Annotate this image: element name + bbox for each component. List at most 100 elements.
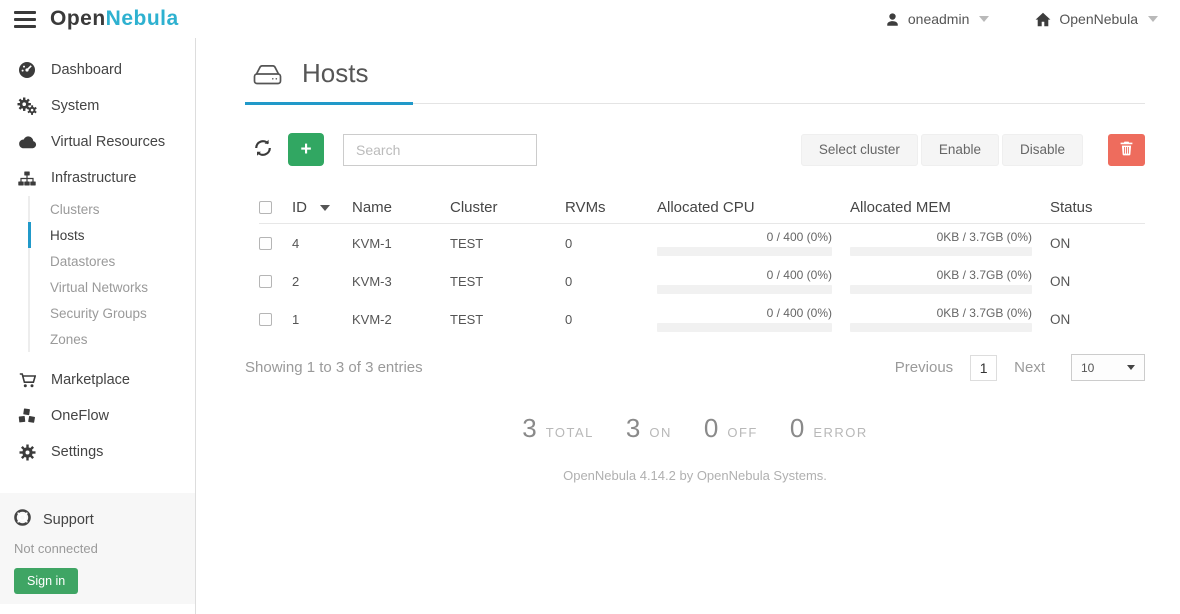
sidebar-item-dashboard[interactable]: Dashboard: [0, 52, 195, 88]
support-label: Support: [43, 512, 94, 528]
sidebar-item-clusters[interactable]: Clusters: [28, 196, 195, 222]
cpu-usage-cell: 0 / 400 (0%): [657, 306, 850, 332]
row-checkbox[interactable]: [259, 275, 272, 288]
support-status: Not connected: [14, 541, 181, 556]
next-page-link[interactable]: Next: [1014, 359, 1045, 376]
sitemap-icon: [16, 171, 38, 186]
select-all-checkbox[interactable]: [259, 201, 272, 214]
host-status: ON: [1050, 236, 1145, 251]
sidebar-item-label: System: [51, 98, 99, 114]
sidebar-item-label: Datastores: [50, 254, 115, 269]
support-header[interactable]: Support: [14, 509, 181, 530]
chevron-down-icon: [1127, 365, 1135, 370]
host-rvms: 0: [565, 274, 657, 289]
sidebar-item-label: Dashboard: [51, 62, 122, 78]
sidebar-item-label: Hosts: [50, 228, 85, 243]
cpu-usage-label: 0 / 400 (0%): [657, 230, 832, 244]
user-menu-label: oneadmin: [908, 11, 970, 27]
host-rvms: 0: [565, 312, 657, 327]
user-menu[interactable]: oneadmin: [885, 11, 990, 27]
sidebar-item-label: Security Groups: [50, 306, 147, 321]
search-input[interactable]: [343, 134, 537, 166]
on-count: 3 ON: [626, 413, 672, 444]
cpu-usage-bar: [657, 247, 832, 256]
mem-usage-label: 0KB / 3.7GB (0%): [850, 268, 1032, 282]
sidebar-item-oneflow[interactable]: OneFlow: [0, 398, 195, 434]
gear-icon: [16, 444, 38, 461]
entries-info: Showing 1 to 3 of 3 entries: [245, 359, 423, 376]
user-icon: [885, 12, 900, 27]
table-row[interactable]: 4 KVM-1 TEST 0 0 / 400 (0%) 0KB / 3.7GB …: [259, 224, 1145, 262]
sidebar-item-zones[interactable]: Zones: [28, 326, 195, 352]
sidebar-item-virtual-resources[interactable]: Virtual Resources: [0, 124, 195, 160]
sidebar-item-label: Virtual Networks: [50, 280, 148, 295]
cloud-icon: [16, 135, 38, 149]
gears-icon: [16, 97, 38, 115]
menu-toggle-icon[interactable]: [14, 11, 36, 28]
sidebar-item-system[interactable]: System: [0, 88, 195, 124]
sidebar-item-settings[interactable]: Settings: [0, 434, 195, 470]
column-header-name[interactable]: Name: [352, 199, 450, 216]
sidebar-item-label: Infrastructure: [51, 170, 136, 186]
host-id: 4: [292, 236, 352, 251]
mem-usage-bar: [850, 247, 1032, 256]
disable-button[interactable]: Disable: [1002, 134, 1083, 166]
host-cluster: TEST: [450, 274, 565, 289]
cpu-usage-label: 0 / 400 (0%): [657, 306, 832, 320]
column-header-status[interactable]: Status: [1050, 199, 1145, 216]
off-count: 0 OFF: [704, 413, 758, 444]
sidebar-item-hosts[interactable]: Hosts: [28, 222, 195, 248]
sidebar-item-security-groups[interactable]: Security Groups: [28, 300, 195, 326]
sign-in-button[interactable]: Sign in: [14, 568, 78, 594]
hdd-icon: [253, 62, 282, 86]
totals-bar: 3 TOTAL 3 ON 0 OFF 0 ERROR: [245, 413, 1145, 444]
enable-button[interactable]: Enable: [921, 134, 999, 166]
sort-desc-icon: [320, 205, 330, 211]
sidebar-item-label: Virtual Resources: [51, 134, 165, 150]
column-header-rvms[interactable]: RVMs: [565, 199, 657, 216]
dashboard-icon: [16, 61, 38, 79]
page-title: Hosts: [302, 58, 368, 89]
add-host-button[interactable]: +: [288, 133, 324, 166]
host-name: KVM-1: [352, 236, 450, 251]
select-cluster-button[interactable]: Select cluster: [801, 134, 918, 166]
column-header-cpu[interactable]: Allocated CPU: [657, 199, 850, 216]
column-header-id[interactable]: ID: [292, 199, 352, 216]
hosts-table: ID Name Cluster RVMs Allocated CPU Alloc…: [245, 192, 1145, 338]
refresh-button[interactable]: [253, 138, 273, 161]
shopping-cart-icon: [16, 373, 38, 388]
sidebar-item-infrastructure[interactable]: Infrastructure: [0, 160, 195, 196]
cpu-usage-label: 0 / 400 (0%): [657, 268, 832, 282]
zone-menu[interactable]: OpenNebula: [1035, 11, 1158, 27]
delete-button[interactable]: [1108, 134, 1145, 166]
row-checkbox[interactable]: [259, 237, 272, 250]
page-size-select[interactable]: 10: [1071, 354, 1145, 381]
sidebar-item-marketplace[interactable]: Marketplace: [0, 362, 195, 398]
table-header-row: ID Name Cluster RVMs Allocated CPU Alloc…: [259, 192, 1145, 224]
sidebar-item-label: Marketplace: [51, 372, 130, 388]
life-ring-icon: [14, 509, 31, 530]
mem-usage-label: 0KB / 3.7GB (0%): [850, 230, 1032, 244]
version-footer: OpenNebula 4.14.2 by OpenNebula Systems.: [245, 468, 1145, 483]
host-name: KVM-3: [352, 274, 450, 289]
column-header-cluster[interactable]: Cluster: [450, 199, 565, 216]
table-row[interactable]: 1 KVM-2 TEST 0 0 / 400 (0%) 0KB / 3.7GB …: [259, 300, 1145, 338]
total-count: 3 TOTAL: [522, 413, 594, 444]
top-bar: OpenNebula oneadmin OpenNebula: [0, 0, 1180, 38]
sidebar-item-label: Clusters: [50, 202, 100, 217]
sidebar-item-datastores[interactable]: Datastores: [28, 248, 195, 274]
previous-page-link[interactable]: Previous: [895, 359, 953, 376]
off-value: 0: [704, 413, 718, 444]
sidebar-item-virtual-networks[interactable]: Virtual Networks: [28, 274, 195, 300]
mem-usage-label: 0KB / 3.7GB (0%): [850, 306, 1032, 320]
row-checkbox[interactable]: [259, 313, 272, 326]
column-header-mem[interactable]: Allocated MEM: [850, 199, 1050, 216]
table-row[interactable]: 2 KVM-3 TEST 0 0 / 400 (0%) 0KB / 3.7GB …: [259, 262, 1145, 300]
chevron-down-icon: [1148, 16, 1158, 22]
error-label: ERROR: [813, 425, 867, 440]
current-page-button[interactable]: 1: [970, 355, 997, 381]
toolbar: + Select cluster Enable Disable: [245, 133, 1145, 166]
pagination: Previous 1 Next 10: [895, 354, 1145, 381]
cpu-usage-cell: 0 / 400 (0%): [657, 268, 850, 294]
logo-text-open: Open: [50, 7, 106, 31]
